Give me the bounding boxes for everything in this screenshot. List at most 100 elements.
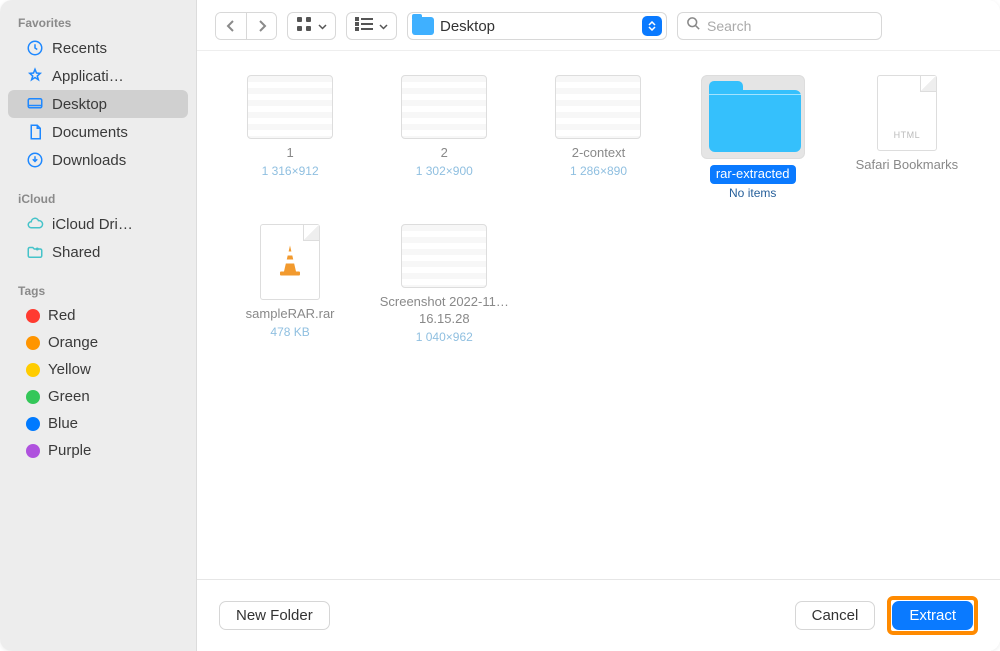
tag-dot-icon (26, 309, 40, 323)
file-item[interactable]: 2-context 1 286×890 (523, 75, 673, 200)
icloud-header: iCloud (0, 186, 196, 210)
group-view-button[interactable] (346, 12, 397, 40)
file-grid: 1 1 316×912 2 1 302×900 2-context 1 286×… (215, 75, 982, 344)
file-dimensions: 1 316×912 (262, 164, 319, 178)
sidebar-item-documents[interactable]: Documents (8, 118, 188, 146)
sidebar-item-label: Applicati… (52, 68, 124, 85)
sidebar-tag-blue[interactable]: Blue (8, 410, 188, 437)
location-dropdown[interactable]: Desktop (407, 12, 667, 40)
tags-header: Tags (0, 278, 196, 302)
file-browser: 1 1 316×912 2 1 302×900 2-context 1 286×… (197, 51, 1000, 579)
folder-icon (709, 90, 801, 152)
download-icon (26, 151, 44, 169)
image-thumbnail (401, 75, 487, 139)
sidebar-tag-purple[interactable]: Purple (8, 437, 188, 464)
document-icon (26, 123, 44, 141)
sidebar-item-desktop[interactable]: Desktop (8, 90, 188, 118)
vlc-cone-icon (276, 243, 304, 280)
folder-thumbnail (701, 75, 805, 159)
save-dialog: Favorites Recents Applicati… Desktop Doc… (0, 0, 1000, 651)
location-label: Desktop (440, 18, 636, 35)
doc-type-label: HTML (878, 130, 936, 140)
sidebar-item-label: Green (48, 388, 90, 405)
chevron-down-icon (379, 17, 388, 35)
html-document-thumbnail: HTML (877, 75, 937, 151)
cloud-icon (26, 215, 44, 233)
image-thumbnail (247, 75, 333, 139)
file-dimensions: 1 286×890 (570, 164, 627, 178)
grid-icon (296, 16, 312, 37)
folder-icon (412, 17, 434, 35)
main-panel: Desktop 1 1 316×912 (197, 0, 1000, 651)
sidebar-item-label: Downloads (52, 152, 126, 169)
tag-dot-icon (26, 444, 40, 458)
sidebar-item-label: Desktop (52, 96, 107, 113)
sidebar-item-downloads[interactable]: Downloads (8, 146, 188, 174)
sidebar-item-label: Red (48, 307, 76, 324)
cancel-button[interactable]: Cancel (795, 601, 876, 630)
chevron-down-icon (318, 17, 327, 35)
sidebar-item-label: iCloud Dri… (52, 216, 133, 233)
file-item[interactable]: 1 1 316×912 (215, 75, 365, 200)
clock-icon (26, 39, 44, 57)
image-thumbnail (401, 224, 487, 288)
image-thumbnail (555, 75, 641, 139)
desktop-icon (26, 95, 44, 113)
search-field[interactable] (677, 12, 882, 40)
extract-button[interactable]: Extract (892, 601, 973, 630)
back-button[interactable] (216, 13, 246, 39)
file-item[interactable]: 2 1 302×900 (369, 75, 519, 200)
search-icon (686, 16, 701, 36)
file-item-selected[interactable]: rar-extracted No items (678, 75, 828, 200)
nav-button-group (215, 12, 277, 40)
sidebar-item-label: Documents (52, 124, 128, 141)
file-name-label: 2-context (572, 145, 625, 162)
file-size: 478 KB (270, 325, 309, 339)
dialog-footer: New Folder Cancel Extract (197, 579, 1000, 651)
dog-ear-icon (303, 225, 319, 241)
sidebar-item-recents[interactable]: Recents (8, 34, 188, 62)
sidebar-item-label: Blue (48, 415, 78, 432)
tag-dot-icon (26, 363, 40, 377)
apps-icon (26, 67, 44, 85)
sidebar-item-shared[interactable]: Shared (8, 238, 188, 266)
file-item[interactable]: Screenshot 2022-11…16.15.28 1 040×962 (369, 224, 519, 344)
sidebar-item-label: Orange (48, 334, 98, 351)
favorites-header: Favorites (0, 10, 196, 34)
sidebar-item-label: Shared (52, 244, 100, 261)
sidebar-item-label: Yellow (48, 361, 91, 378)
group-icon (355, 17, 373, 36)
folder-item-count: No items (729, 186, 776, 200)
file-dimensions: 1 302×900 (416, 164, 473, 178)
file-item[interactable]: sampleRAR.rar 478 KB (215, 224, 365, 344)
sidebar-tag-yellow[interactable]: Yellow (8, 356, 188, 383)
toolbar: Desktop (197, 0, 1000, 51)
file-name-label: Safari Bookmarks (856, 157, 959, 174)
tag-dot-icon (26, 336, 40, 350)
file-name-label: rar-extracted (710, 165, 796, 184)
sidebar-tag-green[interactable]: Green (8, 383, 188, 410)
tutorial-highlight: Extract (887, 596, 978, 635)
sidebar-item-applications[interactable]: Applicati… (8, 62, 188, 90)
dropdown-stepper-icon (642, 16, 662, 36)
sidebar-tag-orange[interactable]: Orange (8, 329, 188, 356)
file-item[interactable]: HTML Safari Bookmarks (832, 75, 982, 200)
sidebar-item-label: Recents (52, 40, 107, 57)
file-name-label: 2 (441, 145, 448, 162)
new-folder-button[interactable]: New Folder (219, 601, 330, 630)
file-dimensions: 1 040×962 (416, 330, 473, 344)
forward-button[interactable] (246, 13, 276, 39)
rar-document-thumbnail (260, 224, 320, 300)
tag-dot-icon (26, 417, 40, 431)
search-input[interactable] (707, 18, 873, 34)
file-name-label: 1 (286, 145, 293, 162)
sidebar: Favorites Recents Applicati… Desktop Doc… (0, 0, 197, 651)
sidebar-item-label: Purple (48, 442, 91, 459)
icon-view-button[interactable] (287, 12, 336, 40)
sidebar-tag-red[interactable]: Red (8, 302, 188, 329)
shared-folder-icon (26, 243, 44, 261)
file-name-label: sampleRAR.rar (246, 306, 335, 323)
dog-ear-icon (920, 76, 936, 92)
sidebar-item-icloud-drive[interactable]: iCloud Dri… (8, 210, 188, 238)
tag-dot-icon (26, 390, 40, 404)
